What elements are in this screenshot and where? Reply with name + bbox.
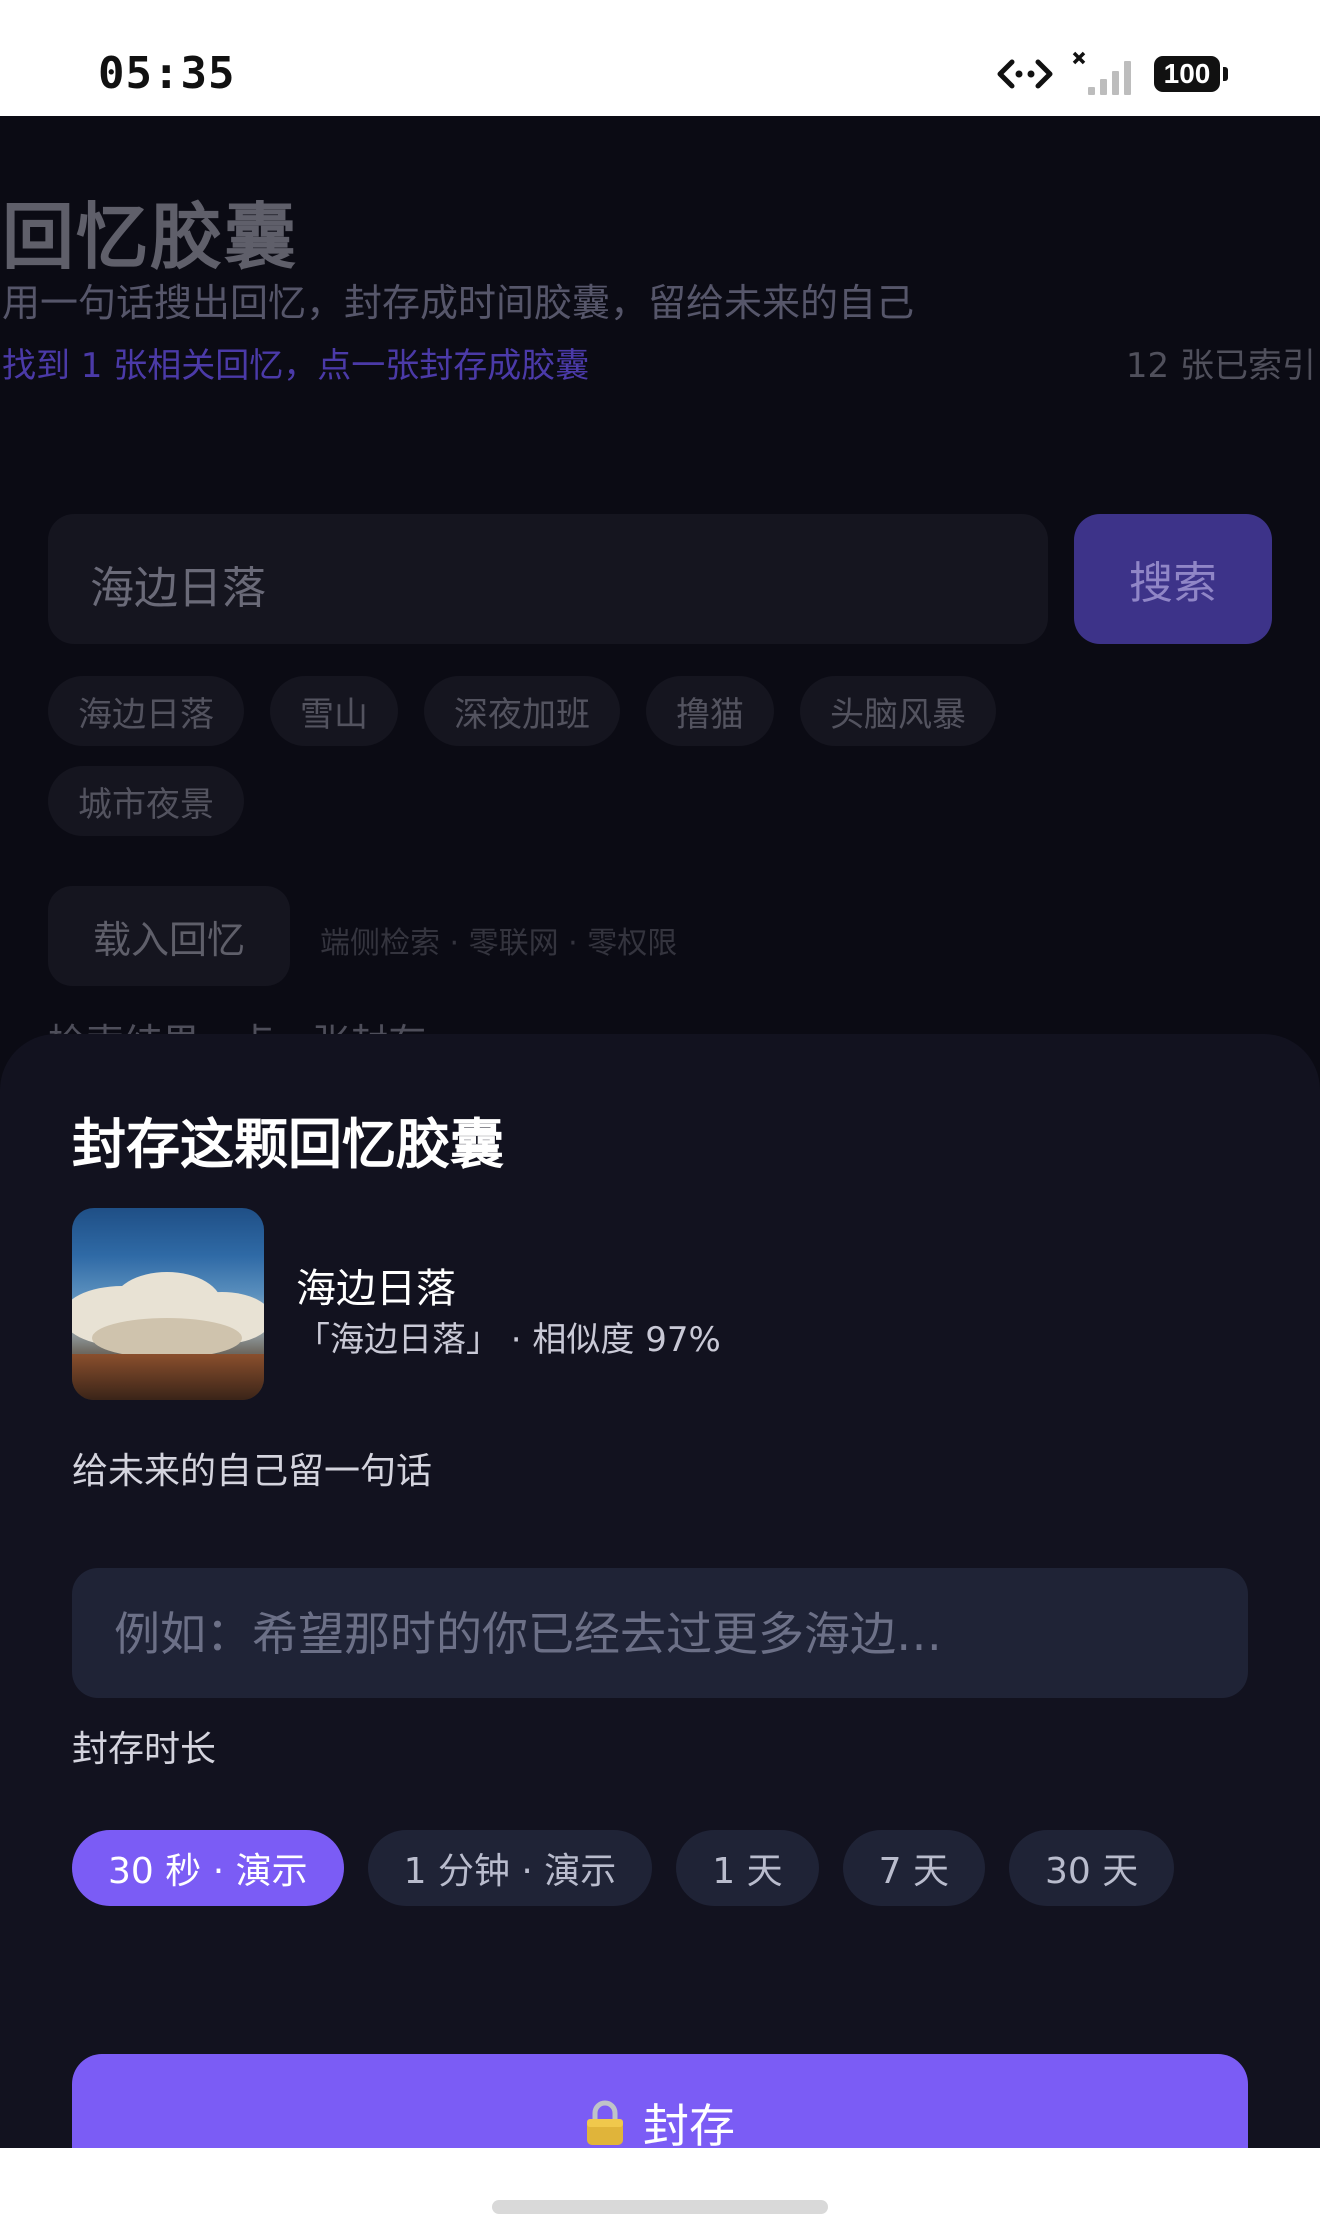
duration-option[interactable]: 7 天 — [842, 1830, 985, 1906]
suggestion-chip[interactable]: 雪山 — [270, 676, 398, 746]
duration-option[interactable]: 1 分钟 · 演示 — [367, 1830, 653, 1906]
suggestion-chip[interactable]: 深夜加班 — [424, 676, 620, 746]
suggestion-chip[interactable]: 撸猫 — [646, 676, 774, 746]
battery-icon: 100 — [1154, 56, 1228, 92]
search-result-status: 找到 1 张相关回忆，点一张封存成胶囊 — [2, 346, 590, 386]
seal-capsule-sheet: 封存这颗回忆胶囊 海边日落 「海边日落」 · 相似度 97% 给未来的自己留一句… — [0, 1034, 1320, 2148]
indexed-count: 12 张已索引 — [1125, 346, 1316, 386]
suggestion-chip[interactable]: 城市夜景 — [48, 766, 244, 836]
note-input[interactable] — [112, 1568, 1216, 1700]
data-transfer-icon — [997, 59, 1053, 89]
memory-title: 海边日落 — [296, 1266, 456, 1312]
signal-icon — [1072, 51, 1131, 95]
suggestion-chip[interactable]: 头脑风暴 — [800, 676, 996, 746]
status-bar: 05:35 100 — [0, 0, 1320, 116]
search-button[interactable]: 搜索 — [1074, 514, 1272, 644]
duration-option[interactable]: 30 天 — [1009, 1830, 1175, 1906]
note-label: 给未来的自己留一句话 — [72, 1451, 433, 1492]
search-input[interactable]: 海边日落 — [48, 514, 1048, 644]
suggestion-chips: 海边日落 雪山 深夜加班 撸猫 头脑风暴 城市夜景 — [48, 676, 1128, 836]
home-indicator[interactable] — [492, 2200, 828, 2214]
memory-thumbnail — [72, 1208, 264, 1400]
status-time: 05:35 — [98, 48, 236, 99]
seal-button[interactable]: 封存 — [72, 2054, 1248, 2148]
seal-button-label: 封存 — [643, 2099, 735, 2148]
page-subtitle: 用一句话搜出回忆，封存成时间胶囊，留给未来的自己 — [2, 281, 915, 325]
memory-similarity: 「海边日落」 · 相似度 97% — [296, 1320, 721, 1360]
navigation-bar — [0, 2148, 1320, 2232]
note-field — [72, 1568, 1248, 1700]
sheet-title: 封存这颗回忆胶囊 — [72, 1113, 504, 1176]
load-memories-button[interactable]: 载入回忆 — [48, 886, 290, 986]
memory-capsule-screen: 回忆胶囊 用一句话搜出回忆，封存成时间胶囊，留给未来的自己 找到 1 张相关回忆… — [0, 116, 1320, 2148]
duration-label: 封存时长 — [72, 1729, 217, 1770]
duration-option[interactable]: 1 天 — [676, 1830, 819, 1906]
search-input-value: 海边日落 — [90, 563, 266, 614]
privacy-hint: 端侧检索 · 零联网 · 零权限 — [320, 926, 678, 961]
duration-options: 30 秒 · 演示 1 分钟 · 演示 1 天 7 天 30 天 — [72, 1830, 1175, 1906]
lock-icon — [587, 2100, 623, 2145]
duration-option-selected[interactable]: 30 秒 · 演示 — [72, 1830, 344, 1906]
status-icons: 100 — [996, 50, 1228, 98]
suggestion-chip[interactable]: 海边日落 — [48, 676, 244, 746]
page-title: 回忆胶囊 — [2, 195, 299, 279]
